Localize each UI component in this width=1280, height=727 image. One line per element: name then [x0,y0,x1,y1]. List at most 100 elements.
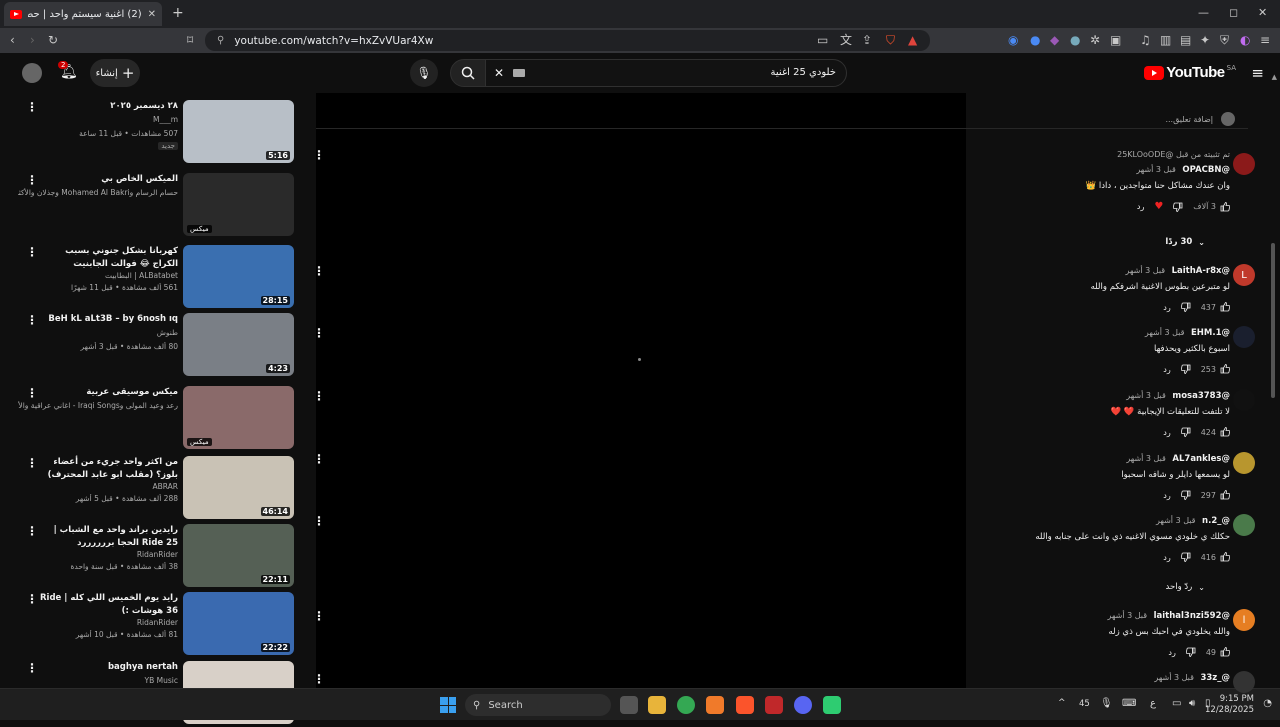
extension-1-icon[interactable]: ◉ [1008,33,1018,47]
reply-button[interactable]: رد [1163,553,1170,562]
comment-author[interactable]: @laithal3nzi592 [1154,611,1230,621]
replies-toggle-2[interactable]: ⌄ ردّ واحد [1166,582,1205,592]
notifications-button[interactable]: 🔔︎ 2 [58,61,78,82]
channel-name[interactable]: حسام الرسام وMohamed Al Bakri وجذلان وال… [18,188,178,197]
comment-time[interactable]: قبل 3 أشهر [1136,165,1176,174]
discord-icon[interactable] [794,696,812,714]
reply-button[interactable]: رد [1163,303,1170,312]
reload-icon[interactable]: ↻ [48,33,58,47]
forward-icon[interactable]: › [30,33,35,47]
channel-name[interactable]: YB Music [18,676,178,685]
guide-menu-icon[interactable]: ≡ [1251,64,1264,82]
video-title[interactable]: ٢٨ ديسمبر ٢٠٢٥ [38,100,178,113]
comment-author[interactable]: @_n.2 [1202,516,1230,526]
related-video-item[interactable]: 46:14 من اكثر واحد جريء من أعضاء بلوز؟ (… [0,456,300,522]
extension-4-icon[interactable]: ● [1070,33,1080,47]
thumbs-down-icon[interactable] [1185,647,1196,657]
share-icon[interactable]: ⇪ [862,33,872,47]
app-green-icon[interactable] [823,696,841,714]
extensions-puzzle-icon[interactable]: ✲ [1090,33,1100,47]
channel-name[interactable]: RidanRider [18,550,178,559]
video-title[interactable]: رايدين براند واحد مع الشباب | Ride 25 ال… [38,524,178,550]
related-video-item[interactable]: 22:22 رايد يوم الخميس اللي كله | Ride 36… [0,592,300,658]
like-button[interactable]: 3 آلاف [1193,201,1230,212]
profile-icon[interactable]: ◐ [1240,33,1250,47]
commenter-avatar[interactable] [1233,326,1255,348]
like-button[interactable]: 437 [1201,302,1230,312]
brave-icon[interactable] [736,696,754,714]
channel-name[interactable]: ALBatabet | البطابيت [18,271,178,280]
extension-5-icon[interactable]: ▣ [1110,33,1121,47]
thumbs-down-icon[interactable] [1180,427,1191,437]
thumbs-down-icon[interactable] [1180,302,1191,312]
like-button[interactable]: 49 [1206,647,1230,657]
more-actions-icon[interactable]: ⋮ [313,264,325,278]
brave-shield-icon[interactable]: ⛉ [886,33,895,47]
minimize-button[interactable]: — [1198,6,1209,19]
more-actions-icon[interactable]: ⋮ [26,386,38,400]
channel-name[interactable]: ABRAR [18,482,178,491]
related-video-item[interactable]: 4:23 BeH kL aLt3B – by 6nosh ıq طنوش 80 … [0,313,300,379]
replies-toggle-1[interactable]: ⌄ 30 ردًا [1165,237,1205,247]
scroll-up-arrow-icon[interactable]: ▲ [1272,73,1277,81]
browser-tab-youtube[interactable]: (2) اغنية سيستم واحد | حصرياً خا... ✕ [4,2,162,26]
leo-icon[interactable]: ✦ [1200,33,1210,47]
mic-tray-icon[interactable]: 🎙︎ [1100,698,1113,709]
new-tab-button[interactable]: + [172,5,184,21]
like-button[interactable]: 297 [1201,490,1230,500]
comment-author[interactable]: @LaithA-r8x [1172,266,1230,276]
commenter-avatar[interactable] [1233,671,1255,693]
search-input[interactable]: ✕ خلودي 25 اغنية [485,59,847,87]
more-actions-icon[interactable]: ⋮ [26,592,38,606]
chrome-icon[interactable] [677,696,695,714]
taskbar-search[interactable]: ⚲ Search [465,694,611,716]
video-thumbnail[interactable]: ميكس [183,386,294,449]
channel-name[interactable]: RidanRider [18,618,178,627]
video-title[interactable]: كهربانا بشكل جنوني بسبب الكراج 😂 فوالت ا… [38,245,178,271]
comment-time[interactable]: قبل 3 أشهر [1126,454,1166,463]
reply-button[interactable]: رد [1137,202,1144,211]
more-actions-icon[interactable]: ⋮ [26,313,38,327]
more-actions-icon[interactable]: ⋮ [313,609,325,623]
video-title[interactable]: baghya nertah [38,661,178,674]
back-icon[interactable]: ‹ [10,33,15,47]
comment-author[interactable]: @EHM.1 [1191,328,1230,338]
wallet-icon[interactable]: ▤ [1180,33,1191,47]
comment-author[interactable]: @mosa3783 [1172,391,1230,401]
vpn-icon[interactable]: ⛨ [1220,33,1229,47]
thumbs-down-icon[interactable] [1180,364,1191,374]
channel-name[interactable]: رعد وعيد المولى وIraqi Songs - اغاني عرا… [18,401,178,410]
comment-time[interactable]: قبل 3 أشهر [1108,611,1148,620]
keyboard-tray-icon[interactable]: ⌨ [1122,698,1136,709]
maximize-button[interactable]: ◻ [1229,6,1238,19]
notification-center-icon[interactable]: ◔ [1263,698,1272,709]
thumbs-down-icon[interactable] [1180,552,1191,562]
more-actions-icon[interactable]: ⋮ [26,245,38,259]
add-comment-row[interactable]: إضافة تعليق... [1165,112,1235,126]
brave-rewards-icon[interactable]: ▲ [908,33,917,47]
more-actions-icon[interactable]: ⋮ [26,173,38,187]
video-thumbnail[interactable]: 28:15 [183,245,294,308]
volume-icon[interactable]: 🔊︎ [1189,698,1195,709]
scrollbar-thumb[interactable] [1271,243,1275,398]
clear-search-icon[interactable]: ✕ [494,66,504,80]
related-video-item[interactable]: 28:15 كهربانا بشكل جنوني بسبب الكراج 😂 ف… [0,245,300,311]
app-red-icon[interactable] [765,696,783,714]
more-actions-icon[interactable]: ⋮ [313,326,325,340]
language-indicator[interactable]: ع [1150,698,1156,709]
more-actions-icon[interactable]: ⋮ [313,148,325,162]
video-title[interactable]: ميكس موسيقى عربية [38,386,178,399]
comment-time[interactable]: قبل 3 أشهر [1154,673,1194,682]
more-actions-icon[interactable]: ⋮ [313,514,325,528]
reply-button[interactable]: رد [1163,428,1170,437]
commenter-avatar[interactable] [1233,514,1255,536]
commenter-avatar[interactable] [1233,389,1255,411]
video-player[interactable] [316,93,966,720]
thumbs-down-icon[interactable] [1180,490,1191,500]
video-thumbnail[interactable]: 4:23 [183,313,294,376]
search-button[interactable] [450,59,486,87]
video-thumbnail[interactable]: ميكس [183,173,294,236]
sidebar-icon[interactable]: ▥ [1160,33,1171,47]
menu-icon[interactable]: ≡ [1260,33,1270,47]
comment-time[interactable]: قبل 3 أشهر [1126,391,1166,400]
